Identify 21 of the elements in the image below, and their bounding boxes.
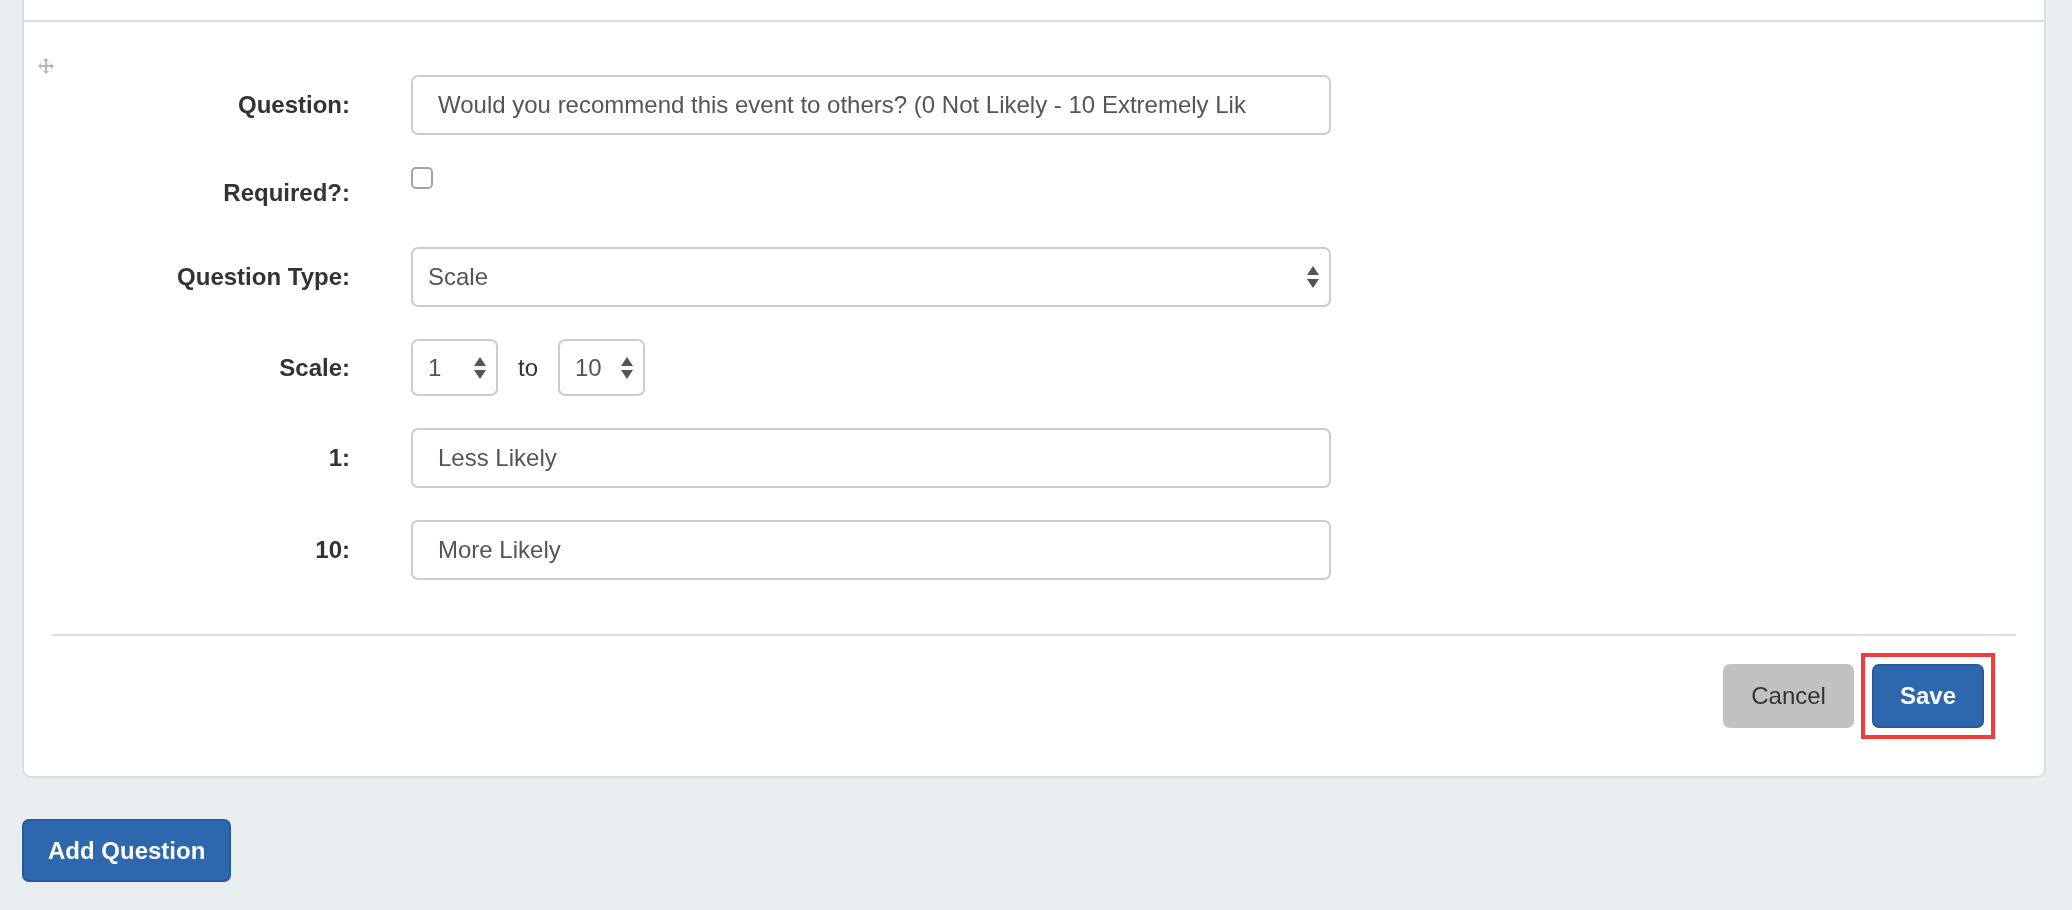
text-field[interactable]: Would you recommend this event to others? (0 Not Likely - 10 Extremely Lik	[411, 75, 1331, 135]
text-field[interactable]: Less Likely	[411, 428, 1331, 488]
checkbox[interactable]	[411, 167, 433, 189]
add-question-button[interactable]: Add Question	[22, 819, 232, 882]
select-field[interactable]: Scale	[411, 247, 1331, 307]
field-label: Scale:	[279, 353, 350, 382]
field-label: Required?:	[223, 179, 350, 207]
select-field[interactable]: 10	[558, 339, 645, 396]
field-label: 10:	[315, 536, 350, 564]
sort-arrows-icon	[621, 356, 633, 379]
save-button[interactable]: Save	[1871, 664, 1984, 728]
cancel-button[interactable]: Cancel	[1723, 664, 1854, 728]
select-field[interactable]: 1	[411, 339, 498, 396]
move-icon[interactable]	[38, 58, 54, 74]
field-label: Question:	[238, 91, 350, 119]
field-label: 1:	[328, 444, 350, 472]
sort-arrows-icon	[474, 356, 486, 379]
range-joiner-text: to	[518, 353, 538, 382]
sort-arrows-icon	[1307, 266, 1319, 288]
text-field[interactable]: More Likely	[411, 520, 1331, 580]
field-label: Question Type:	[177, 263, 350, 291]
